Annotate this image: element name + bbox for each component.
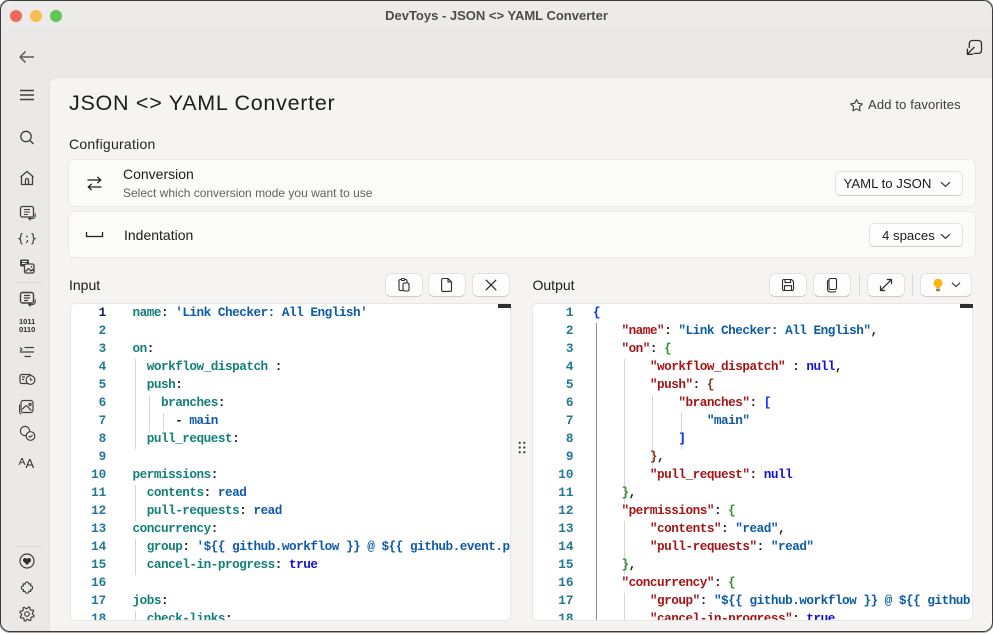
svg-text:0110: 0110 (19, 325, 35, 334)
svg-text:A: A (19, 456, 26, 468)
svg-text:A: A (26, 456, 35, 471)
